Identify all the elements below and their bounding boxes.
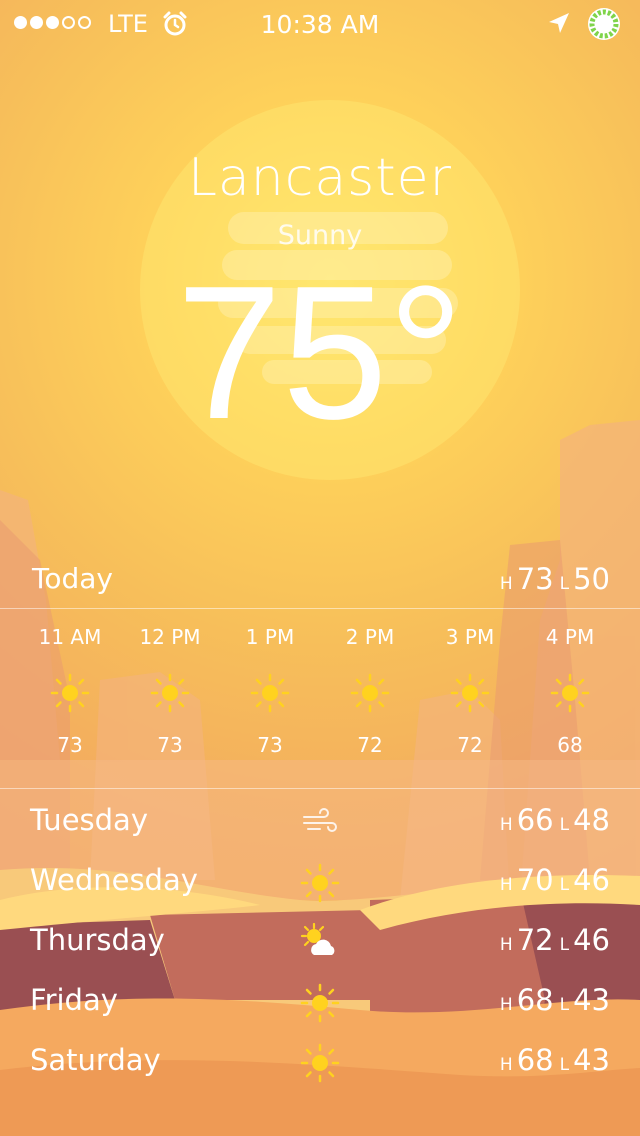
hour-time: 2 PM	[345, 625, 395, 649]
status-time: 10:38 AM	[260, 10, 380, 39]
sun-icon	[300, 863, 340, 903]
high-prefix: H	[499, 995, 513, 1015]
high-prefix: H	[499, 815, 513, 835]
low-prefix: L	[559, 935, 570, 955]
day-name: Thursday	[30, 923, 165, 957]
battery-ring-icon	[588, 8, 620, 40]
day-low: 43	[573, 983, 610, 1017]
high-prefix: H	[499, 875, 513, 895]
current-temperature: 75°	[176, 247, 464, 459]
city-name: Lancaster	[187, 148, 453, 208]
high-prefix: H	[499, 1055, 513, 1075]
day-high: 72	[516, 923, 554, 957]
hourly-forecast[interactable]: 11 AM 73 12 PM 73 1 PM 73 2 PM 72 3 PM 7…	[20, 625, 620, 765]
day-high: 68	[516, 1043, 554, 1077]
day-name: Wednesday	[30, 863, 198, 897]
hour-temp: 73	[257, 733, 283, 757]
day-name: Saturday	[30, 1043, 161, 1077]
day-low: 48	[573, 803, 610, 837]
today-summary[interactable]: Today H 73 L 50	[0, 560, 640, 608]
hour-temp: 73	[57, 733, 83, 757]
sun-icon	[300, 1043, 340, 1083]
hourly-item: 2 PM 72	[320, 625, 420, 765]
day-name: Friday	[30, 983, 118, 1017]
daily-forecast: Tuesday H 66 L 48 Wednesday H 70 L 46 Thursday…	[0, 795, 640, 1095]
today-label: Today	[32, 562, 113, 595]
day-low: 43	[573, 1043, 610, 1077]
wind-icon	[303, 808, 337, 832]
status-bar: LTE 10:38 AM	[0, 0, 640, 48]
day-high-low: H 70 L 46	[494, 863, 610, 897]
hour-time: 12 PM	[139, 625, 201, 649]
sun-icon	[350, 673, 390, 713]
sun-icon	[150, 673, 190, 713]
day-high-low: H 68 L 43	[494, 983, 610, 1017]
high-prefix: H	[499, 574, 513, 594]
low-prefix: L	[559, 574, 570, 594]
hour-temp: 73	[157, 733, 183, 757]
daily-row[interactable]: Wednesday H 70 L 46	[0, 855, 640, 915]
partly-cloudy-icon	[300, 923, 335, 955]
day-low: 46	[573, 923, 610, 957]
hourly-item: 4 PM 68	[520, 625, 620, 765]
sun-icon	[450, 673, 490, 713]
sun-icon	[300, 983, 340, 1023]
sun-icon	[550, 673, 590, 713]
today-low: 50	[573, 562, 610, 596]
low-prefix: L	[559, 875, 570, 895]
hour-temp: 68	[557, 733, 583, 757]
day-high: 70	[516, 863, 554, 897]
day-high: 66	[516, 803, 554, 837]
hour-temp: 72	[457, 733, 483, 757]
day-low: 46	[573, 863, 610, 897]
day-high-low: H 66 L 48	[494, 803, 610, 837]
sun-icon	[50, 673, 90, 713]
daily-row[interactable]: Thursday H 72 L 46	[0, 915, 640, 975]
hour-time: 1 PM	[245, 625, 295, 649]
daily-row[interactable]: Friday H 68 L 43	[0, 975, 640, 1035]
hourly-item: 12 PM 73	[120, 625, 220, 765]
hour-time: 11 AM	[38, 625, 102, 649]
sun-icon	[250, 673, 290, 713]
daily-row[interactable]: Saturday H 68 L 43	[0, 1035, 640, 1095]
low-prefix: L	[559, 815, 570, 835]
today-high: 73	[516, 562, 554, 596]
location-icon	[549, 13, 569, 33]
divider	[0, 788, 640, 789]
day-name: Tuesday	[30, 803, 148, 837]
hourly-item: 1 PM 73	[220, 625, 320, 765]
hour-time: 4 PM	[545, 625, 595, 649]
daily-row[interactable]: Tuesday H 66 L 48	[0, 795, 640, 855]
day-high-low: H 68 L 43	[494, 1043, 610, 1077]
low-prefix: L	[559, 995, 570, 1015]
hour-temp: 72	[357, 733, 383, 757]
high-prefix: H	[499, 935, 513, 955]
low-prefix: L	[559, 1055, 570, 1075]
hour-time: 3 PM	[445, 625, 495, 649]
day-high-low: H 72 L 46	[494, 923, 610, 957]
hourly-item: 11 AM 73	[20, 625, 120, 765]
hourly-item: 3 PM 72	[420, 625, 520, 765]
day-high: 68	[516, 983, 554, 1017]
divider	[0, 608, 640, 609]
today-high-low: H 73 L 50	[494, 562, 610, 596]
